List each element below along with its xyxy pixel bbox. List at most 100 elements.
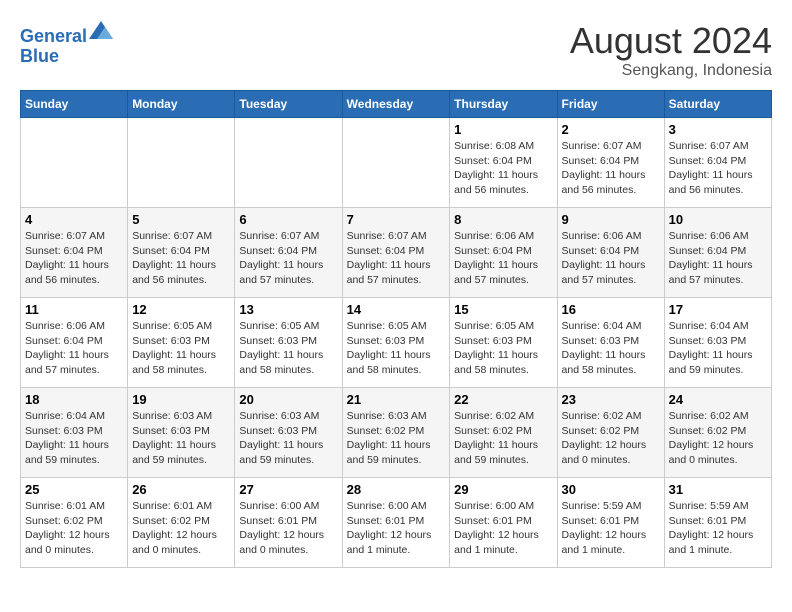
day-number: 1 bbox=[454, 122, 552, 137]
day-cell: 22 Sunrise: 6:02 AM Sunset: 6:02 PM Dayl… bbox=[450, 388, 557, 478]
day-cell: 21 Sunrise: 6:03 AM Sunset: 6:02 PM Dayl… bbox=[342, 388, 450, 478]
day-number: 22 bbox=[454, 392, 552, 407]
day-cell: 25 Sunrise: 6:01 AM Sunset: 6:02 PM Dayl… bbox=[21, 478, 128, 568]
day-info: Sunrise: 6:05 AM Sunset: 6:03 PM Dayligh… bbox=[239, 319, 337, 378]
week-row-5: 25 Sunrise: 6:01 AM Sunset: 6:02 PM Dayl… bbox=[21, 478, 772, 568]
week-row-2: 4 Sunrise: 6:07 AM Sunset: 6:04 PM Dayli… bbox=[21, 208, 772, 298]
day-info: Sunrise: 6:00 AM Sunset: 6:01 PM Dayligh… bbox=[454, 499, 552, 558]
day-number: 8 bbox=[454, 212, 552, 227]
day-number: 2 bbox=[562, 122, 660, 137]
day-info: Sunrise: 6:02 AM Sunset: 6:02 PM Dayligh… bbox=[562, 409, 660, 468]
day-number: 21 bbox=[347, 392, 446, 407]
day-info: Sunrise: 6:00 AM Sunset: 6:01 PM Dayligh… bbox=[239, 499, 337, 558]
day-number: 30 bbox=[562, 482, 660, 497]
calendar-table: SundayMondayTuesdayWednesdayThursdayFrid… bbox=[20, 90, 772, 568]
day-info: Sunrise: 6:03 AM Sunset: 6:03 PM Dayligh… bbox=[132, 409, 230, 468]
day-number: 23 bbox=[562, 392, 660, 407]
day-info: Sunrise: 6:01 AM Sunset: 6:02 PM Dayligh… bbox=[25, 499, 123, 558]
day-number: 5 bbox=[132, 212, 230, 227]
day-cell: 17 Sunrise: 6:04 AM Sunset: 6:03 PM Dayl… bbox=[664, 298, 771, 388]
day-cell: 10 Sunrise: 6:06 AM Sunset: 6:04 PM Dayl… bbox=[664, 208, 771, 298]
day-number: 11 bbox=[25, 302, 123, 317]
day-number: 18 bbox=[25, 392, 123, 407]
week-row-1: 1 Sunrise: 6:08 AM Sunset: 6:04 PM Dayli… bbox=[21, 118, 772, 208]
day-info: Sunrise: 6:05 AM Sunset: 6:03 PM Dayligh… bbox=[454, 319, 552, 378]
day-info: Sunrise: 6:03 AM Sunset: 6:02 PM Dayligh… bbox=[347, 409, 446, 468]
day-info: Sunrise: 5:59 AM Sunset: 6:01 PM Dayligh… bbox=[669, 499, 767, 558]
week-row-4: 18 Sunrise: 6:04 AM Sunset: 6:03 PM Dayl… bbox=[21, 388, 772, 478]
day-info: Sunrise: 6:05 AM Sunset: 6:03 PM Dayligh… bbox=[347, 319, 446, 378]
day-cell: 2 Sunrise: 6:07 AM Sunset: 6:04 PM Dayli… bbox=[557, 118, 664, 208]
day-cell: 6 Sunrise: 6:07 AM Sunset: 6:04 PM Dayli… bbox=[235, 208, 342, 298]
day-cell: 28 Sunrise: 6:00 AM Sunset: 6:01 PM Dayl… bbox=[342, 478, 450, 568]
day-info: Sunrise: 6:03 AM Sunset: 6:03 PM Dayligh… bbox=[239, 409, 337, 468]
day-info: Sunrise: 6:06 AM Sunset: 6:04 PM Dayligh… bbox=[25, 319, 123, 378]
day-number: 14 bbox=[347, 302, 446, 317]
day-info: Sunrise: 6:07 AM Sunset: 6:04 PM Dayligh… bbox=[25, 229, 123, 288]
day-info: Sunrise: 6:00 AM Sunset: 6:01 PM Dayligh… bbox=[347, 499, 446, 558]
day-info: Sunrise: 6:06 AM Sunset: 6:04 PM Dayligh… bbox=[562, 229, 660, 288]
day-cell: 26 Sunrise: 6:01 AM Sunset: 6:02 PM Dayl… bbox=[128, 478, 235, 568]
day-cell: 13 Sunrise: 6:05 AM Sunset: 6:03 PM Dayl… bbox=[235, 298, 342, 388]
day-cell: 1 Sunrise: 6:08 AM Sunset: 6:04 PM Dayli… bbox=[450, 118, 557, 208]
day-number: 20 bbox=[239, 392, 337, 407]
day-info: Sunrise: 6:04 AM Sunset: 6:03 PM Dayligh… bbox=[669, 319, 767, 378]
day-cell: 16 Sunrise: 6:04 AM Sunset: 6:03 PM Dayl… bbox=[557, 298, 664, 388]
day-cell: 9 Sunrise: 6:06 AM Sunset: 6:04 PM Dayli… bbox=[557, 208, 664, 298]
day-info: Sunrise: 6:04 AM Sunset: 6:03 PM Dayligh… bbox=[562, 319, 660, 378]
day-number: 31 bbox=[669, 482, 767, 497]
page-header: General Blue August 2024 Sengkang, Indon… bbox=[20, 20, 772, 80]
day-info: Sunrise: 6:07 AM Sunset: 6:04 PM Dayligh… bbox=[347, 229, 446, 288]
week-row-3: 11 Sunrise: 6:06 AM Sunset: 6:04 PM Dayl… bbox=[21, 298, 772, 388]
day-cell: 18 Sunrise: 6:04 AM Sunset: 6:03 PM Dayl… bbox=[21, 388, 128, 478]
day-info: Sunrise: 6:08 AM Sunset: 6:04 PM Dayligh… bbox=[454, 139, 552, 198]
day-number: 10 bbox=[669, 212, 767, 227]
calendar-body: 1 Sunrise: 6:08 AM Sunset: 6:04 PM Dayli… bbox=[21, 118, 772, 568]
day-number: 9 bbox=[562, 212, 660, 227]
day-info: Sunrise: 6:02 AM Sunset: 6:02 PM Dayligh… bbox=[454, 409, 552, 468]
day-number: 19 bbox=[132, 392, 230, 407]
day-number: 7 bbox=[347, 212, 446, 227]
day-cell: 31 Sunrise: 5:59 AM Sunset: 6:01 PM Dayl… bbox=[664, 478, 771, 568]
day-number: 25 bbox=[25, 482, 123, 497]
page-title: August 2024 bbox=[570, 20, 772, 62]
day-number: 4 bbox=[25, 212, 123, 227]
header-monday: Monday bbox=[128, 91, 235, 118]
header-wednesday: Wednesday bbox=[342, 91, 450, 118]
day-cell: 8 Sunrise: 6:06 AM Sunset: 6:04 PM Dayli… bbox=[450, 208, 557, 298]
day-info: Sunrise: 6:02 AM Sunset: 6:02 PM Dayligh… bbox=[669, 409, 767, 468]
day-cell: 27 Sunrise: 6:00 AM Sunset: 6:01 PM Dayl… bbox=[235, 478, 342, 568]
day-number: 6 bbox=[239, 212, 337, 227]
title-block: August 2024 Sengkang, Indonesia bbox=[570, 20, 772, 80]
day-cell: 14 Sunrise: 6:05 AM Sunset: 6:03 PM Dayl… bbox=[342, 298, 450, 388]
day-cell bbox=[235, 118, 342, 208]
day-number: 16 bbox=[562, 302, 660, 317]
day-cell bbox=[21, 118, 128, 208]
day-cell: 23 Sunrise: 6:02 AM Sunset: 6:02 PM Dayl… bbox=[557, 388, 664, 478]
day-cell: 12 Sunrise: 6:05 AM Sunset: 6:03 PM Dayl… bbox=[128, 298, 235, 388]
day-number: 27 bbox=[239, 482, 337, 497]
day-info: Sunrise: 6:07 AM Sunset: 6:04 PM Dayligh… bbox=[669, 139, 767, 198]
day-cell: 24 Sunrise: 6:02 AM Sunset: 6:02 PM Dayl… bbox=[664, 388, 771, 478]
day-info: Sunrise: 6:06 AM Sunset: 6:04 PM Dayligh… bbox=[669, 229, 767, 288]
day-info: Sunrise: 6:07 AM Sunset: 6:04 PM Dayligh… bbox=[562, 139, 660, 198]
day-cell: 5 Sunrise: 6:07 AM Sunset: 6:04 PM Dayli… bbox=[128, 208, 235, 298]
logo: General Blue bbox=[20, 20, 113, 67]
logo-subtext: Blue bbox=[20, 47, 113, 67]
day-number: 26 bbox=[132, 482, 230, 497]
day-info: Sunrise: 6:05 AM Sunset: 6:03 PM Dayligh… bbox=[132, 319, 230, 378]
day-cell: 20 Sunrise: 6:03 AM Sunset: 6:03 PM Dayl… bbox=[235, 388, 342, 478]
day-cell bbox=[128, 118, 235, 208]
day-number: 28 bbox=[347, 482, 446, 497]
calendar-header: SundayMondayTuesdayWednesdayThursdayFrid… bbox=[21, 91, 772, 118]
day-number: 12 bbox=[132, 302, 230, 317]
day-number: 24 bbox=[669, 392, 767, 407]
day-cell: 15 Sunrise: 6:05 AM Sunset: 6:03 PM Dayl… bbox=[450, 298, 557, 388]
day-number: 17 bbox=[669, 302, 767, 317]
day-info: Sunrise: 6:01 AM Sunset: 6:02 PM Dayligh… bbox=[132, 499, 230, 558]
day-cell: 7 Sunrise: 6:07 AM Sunset: 6:04 PM Dayli… bbox=[342, 208, 450, 298]
day-cell: 30 Sunrise: 5:59 AM Sunset: 6:01 PM Dayl… bbox=[557, 478, 664, 568]
day-info: Sunrise: 6:04 AM Sunset: 6:03 PM Dayligh… bbox=[25, 409, 123, 468]
day-cell: 29 Sunrise: 6:00 AM Sunset: 6:01 PM Dayl… bbox=[450, 478, 557, 568]
day-info: Sunrise: 6:07 AM Sunset: 6:04 PM Dayligh… bbox=[132, 229, 230, 288]
